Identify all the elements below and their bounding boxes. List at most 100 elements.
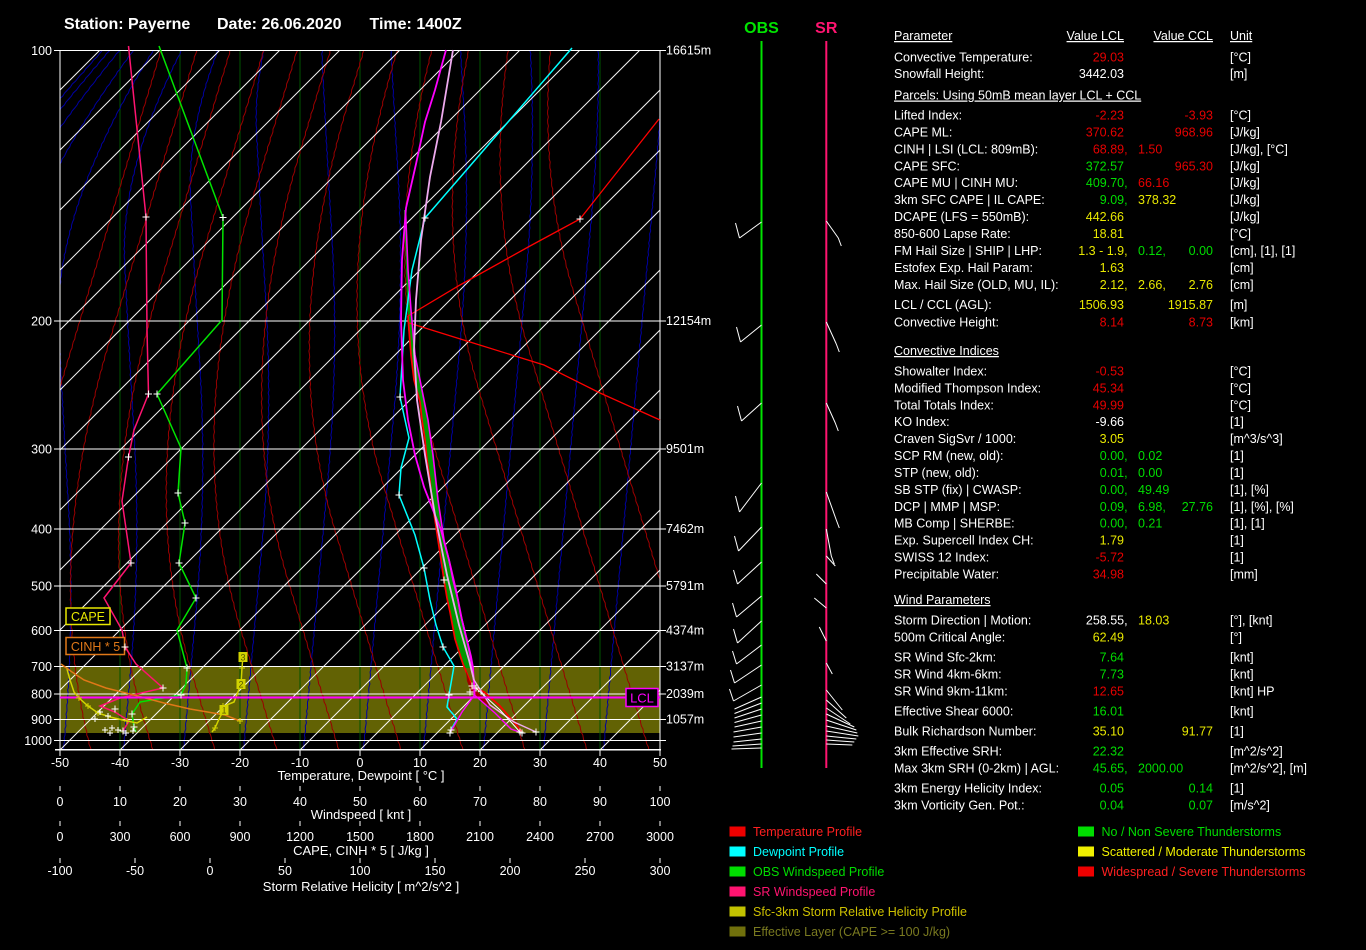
svg-text:1.63: 1.63 xyxy=(1100,261,1124,275)
svg-text:50: 50 xyxy=(278,864,292,878)
svg-text:0.00: 0.00 xyxy=(1189,244,1213,258)
svg-text:DCP | MMP | MSP:: DCP | MMP | MSP: xyxy=(894,500,1000,514)
svg-text:3000: 3000 xyxy=(646,830,674,844)
svg-text:16.01: 16.01 xyxy=(1093,705,1124,719)
svg-text:900: 900 xyxy=(31,713,52,727)
svg-text:[J/kg]: [J/kg] xyxy=(1230,176,1260,190)
svg-text:Effective Layer (CAPE >= 100 J: Effective Layer (CAPE >= 100 J/kg) xyxy=(753,925,950,939)
svg-text:0.00,: 0.00, xyxy=(1100,483,1128,497)
svg-text:70: 70 xyxy=(473,795,487,809)
svg-text:35.10: 35.10 xyxy=(1093,725,1124,739)
svg-text:3442.03: 3442.03 xyxy=(1079,67,1124,81)
svg-text:[°C]: [°C] xyxy=(1230,227,1251,241)
svg-text:SR: SR xyxy=(815,20,838,37)
svg-text:500: 500 xyxy=(31,580,52,594)
svg-text:29.03: 29.03 xyxy=(1093,51,1124,65)
svg-text:SR Wind Sfc-2km:: SR Wind Sfc-2km: xyxy=(894,651,996,665)
svg-text:[cm], [1], [1]: [cm], [1], [1] xyxy=(1230,244,1295,258)
svg-text:100: 100 xyxy=(31,44,52,58)
svg-text:16615m: 16615m xyxy=(666,44,711,58)
svg-text:[m/s^2]: [m/s^2] xyxy=(1230,799,1270,813)
svg-text:34.98: 34.98 xyxy=(1093,568,1124,582)
svg-text:[1], [1]: [1], [1] xyxy=(1230,517,1265,531)
svg-text:CINH * 5: CINH * 5 xyxy=(71,640,120,654)
svg-text:3km Effective SRH:: 3km Effective SRH: xyxy=(894,745,1002,759)
svg-text:[1]: [1] xyxy=(1230,782,1244,796)
svg-text:Temperature, Dewpoint [ °C ]: Temperature, Dewpoint [ °C ] xyxy=(277,768,444,783)
svg-text:Bulk Richardson Number:: Bulk Richardson Number: xyxy=(894,725,1036,739)
svg-text:LCL / CCL (AGL):: LCL / CCL (AGL): xyxy=(894,298,992,312)
svg-text:Scattered / Moderate Thunderst: Scattered / Moderate Thunderstorms xyxy=(1102,845,1306,859)
svg-text:Max. Hail Size (OLD, MU, IL):: Max. Hail Size (OLD, MU, IL): xyxy=(894,278,1059,292)
svg-text:1000: 1000 xyxy=(24,734,52,748)
svg-text:CAPE: CAPE xyxy=(71,610,105,624)
svg-text:7462m: 7462m xyxy=(666,522,704,536)
svg-text:968.96: 968.96 xyxy=(1175,126,1213,140)
svg-text:4374m: 4374m xyxy=(666,624,704,638)
svg-text:[°C]: [°C] xyxy=(1230,399,1251,413)
svg-text:0: 0 xyxy=(57,795,64,809)
svg-text:600: 600 xyxy=(170,830,191,844)
svg-text:3km SFC CAPE | IL CAPE:: 3km SFC CAPE | IL CAPE: xyxy=(894,193,1045,207)
svg-text:[knt]: [knt] xyxy=(1230,651,1254,665)
svg-text:22.32: 22.32 xyxy=(1093,745,1124,759)
svg-text:27.76: 27.76 xyxy=(1182,500,1213,514)
svg-text:[°C]: [°C] xyxy=(1230,365,1251,379)
svg-text:150: 150 xyxy=(425,864,446,878)
svg-text:[m^3/s^3]: [m^3/s^3] xyxy=(1230,432,1283,446)
svg-text:850-600 Lapse Rate:: 850-600 Lapse Rate: xyxy=(894,227,1011,241)
svg-text:-0.53: -0.53 xyxy=(1096,365,1125,379)
svg-text:400: 400 xyxy=(31,523,52,537)
svg-text:Convective Indices: Convective Indices xyxy=(894,344,999,358)
svg-text:20: 20 xyxy=(473,756,487,770)
svg-text:0: 0 xyxy=(207,864,214,878)
svg-text:[1]: [1] xyxy=(1230,534,1244,548)
svg-text:1915.87: 1915.87 xyxy=(1168,298,1213,312)
svg-text:Windspeed [ knt ]: Windspeed [ knt ] xyxy=(311,807,411,822)
svg-text:45.34: 45.34 xyxy=(1093,382,1124,396)
svg-text:Parcels: Using 50mB mean layer: Parcels: Using 50mB mean layer LCL + CCL xyxy=(894,89,1141,103)
svg-text:Unit: Unit xyxy=(1230,29,1253,43)
svg-text:91.77: 91.77 xyxy=(1182,725,1213,739)
svg-text:[1]: [1] xyxy=(1230,415,1244,429)
svg-text:0.00,: 0.00, xyxy=(1100,517,1128,531)
svg-text:Sfc-3km Storm Relative Helicit: Sfc-3km Storm Relative Helicity Profile xyxy=(753,905,967,919)
svg-text:Value LCL: Value LCL xyxy=(1067,29,1124,43)
svg-text:2000.00: 2000.00 xyxy=(1138,762,1183,776)
svg-text:7.73: 7.73 xyxy=(1100,668,1124,682)
svg-text:Parameter: Parameter xyxy=(894,29,952,43)
svg-text:409.70,: 409.70, xyxy=(1086,176,1128,190)
svg-text:STP (new, old):: STP (new, old): xyxy=(894,466,979,480)
svg-text:Modified Thompson Index:: Modified Thompson Index: xyxy=(894,382,1041,396)
svg-text:Value CCL: Value CCL xyxy=(1153,29,1213,43)
svg-text:MB Comp | SHERBE:: MB Comp | SHERBE: xyxy=(894,517,1015,531)
svg-text:Dewpoint Profile: Dewpoint Profile xyxy=(753,845,844,859)
svg-text:KO Index:: KO Index: xyxy=(894,415,950,429)
svg-text:60: 60 xyxy=(413,795,427,809)
svg-text:12.65: 12.65 xyxy=(1093,685,1124,699)
svg-text:CINH | LSI (LCL: 809mB):: CINH | LSI (LCL: 809mB): xyxy=(894,143,1038,157)
svg-text:Wind Parameters: Wind Parameters xyxy=(894,593,991,607)
svg-text:700: 700 xyxy=(31,660,52,674)
svg-text:CAPE MU | CINH MU:: CAPE MU | CINH MU: xyxy=(894,176,1018,190)
svg-text:[J/kg]: [J/kg] xyxy=(1230,193,1260,207)
svg-text:SWISS 12 Index:: SWISS 12 Index: xyxy=(894,551,989,565)
svg-text:[1], [%], [%]: [1], [%], [%] xyxy=(1230,500,1294,514)
svg-text:[°]: [°] xyxy=(1230,631,1242,645)
svg-text:30: 30 xyxy=(233,795,247,809)
svg-text:300: 300 xyxy=(110,830,131,844)
svg-text:Lifted Index:: Lifted Index: xyxy=(894,109,962,123)
svg-text:SCP RM (new, old):: SCP RM (new, old): xyxy=(894,449,1004,463)
svg-text:[cm]: [cm] xyxy=(1230,278,1254,292)
svg-text:8.14: 8.14 xyxy=(1100,316,1124,330)
svg-text:Date: 26.06.2020: Date: 26.06.2020 xyxy=(217,16,342,33)
svg-text:3.05: 3.05 xyxy=(1100,432,1124,446)
svg-text:378.32: 378.32 xyxy=(1138,193,1176,207)
svg-text:18.03: 18.03 xyxy=(1138,614,1169,628)
svg-text:SR Windspeed Profile: SR Windspeed Profile xyxy=(753,885,875,899)
svg-text:10: 10 xyxy=(113,795,127,809)
svg-text:[cm]: [cm] xyxy=(1230,261,1254,275)
svg-text:1500: 1500 xyxy=(346,830,374,844)
svg-text:100: 100 xyxy=(650,795,671,809)
svg-text:800: 800 xyxy=(31,688,52,702)
